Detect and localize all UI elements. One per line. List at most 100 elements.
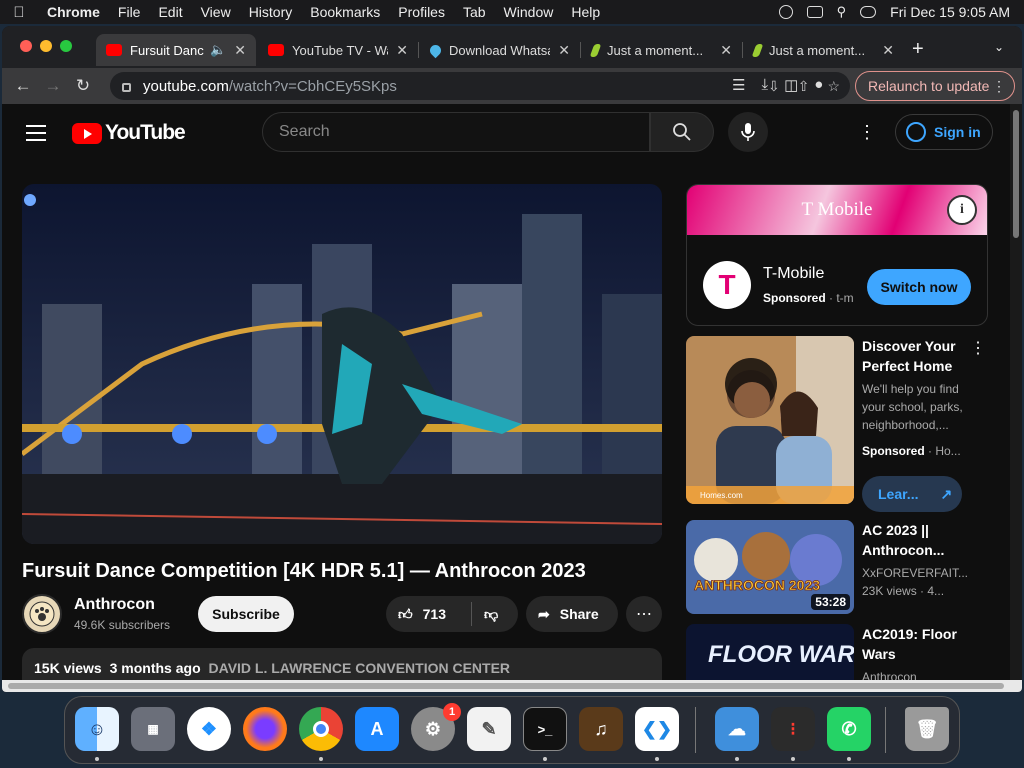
control-center-icon[interactable]: [860, 6, 877, 18]
close-window-button[interactable]: [20, 40, 32, 52]
tmobile-ad-card[interactable]: T Mobile i T T-Mobile Sponsored · t-m Sw…: [686, 184, 988, 326]
lock-icon[interactable]: [122, 82, 131, 92]
menubar-clock[interactable]: Fri Dec 15 9:05 AM: [890, 4, 1010, 20]
rec-menu-icon[interactable]: ⋮: [970, 338, 986, 358]
hamburger-menu-icon[interactable]: [26, 125, 46, 146]
channel-avatar[interactable]: [22, 594, 62, 634]
speaker-icon[interactable]: 🔈: [210, 42, 226, 58]
menu-tab[interactable]: Tab: [454, 4, 495, 20]
rec-thumbnail[interactable]: ANTHROCON 2023 53:28: [686, 520, 854, 614]
relaunch-to-update-button[interactable]: Relaunch to update ⋮: [855, 71, 1015, 101]
tab-search-chevron-icon[interactable]: ⌄: [994, 40, 1004, 54]
share-button[interactable]: ➦ Share: [526, 596, 618, 632]
menu-bookmarks[interactable]: Bookmarks: [301, 4, 389, 20]
menu-history[interactable]: History: [240, 4, 302, 20]
zoom-window-button[interactable]: [60, 40, 72, 52]
dislike-button[interactable]: 👎︎: [472, 606, 498, 623]
back-button[interactable]: ←: [8, 76, 38, 96]
menu-file[interactable]: File: [109, 4, 150, 20]
tab-just-a-moment-1[interactable]: Just a moment... ✕: [582, 34, 742, 66]
downloads-icon[interactable]: ⤓: [761, 76, 768, 94]
horizontal-scrollbar[interactable]: [2, 680, 1022, 692]
firefox-icon[interactable]: [243, 707, 287, 751]
search-input[interactable]: Search: [262, 112, 650, 152]
menu-help[interactable]: Help: [562, 4, 609, 20]
screen-mirror-icon[interactable]: [806, 6, 823, 18]
reload-button[interactable]: ↻: [68, 76, 98, 96]
terminal-icon[interactable]: >_: [523, 707, 567, 751]
search-button[interactable]: [650, 112, 714, 152]
dock-separator: [885, 707, 886, 753]
finder-icon[interactable]: ☺: [75, 707, 119, 751]
minimize-window-button[interactable]: [40, 40, 52, 52]
like-button[interactable]: 👍︎ 713: [386, 602, 472, 626]
video-player[interactable]: [22, 184, 662, 544]
rec-title[interactable]: AC 2023 || Anthrocon...: [862, 520, 968, 560]
switch-now-button[interactable]: Switch now: [867, 269, 971, 305]
new-tab-button[interactable]: +: [912, 38, 924, 61]
subscribe-button[interactable]: Subscribe: [198, 596, 294, 632]
safari-icon[interactable]: ❖: [187, 707, 231, 751]
spotlight-search-icon[interactable]: ⚲: [837, 4, 847, 20]
sign-in-button[interactable]: Sign in: [895, 114, 993, 150]
menu-view[interactable]: View: [192, 4, 240, 20]
tab-youtube-tv[interactable]: YouTube TV - Wa ✕: [258, 34, 418, 66]
garageband-icon[interactable]: ♫: [579, 707, 623, 751]
rec-ac2023[interactable]: ANTHROCON 2023 53:28 AC 2023 || Anthroco…: [686, 520, 988, 616]
rec-thumbnail[interactable]: Homes.com: [686, 336, 854, 504]
close-tab-icon[interactable]: ✕: [720, 42, 732, 59]
vertical-scroll-thumb[interactable]: [1013, 110, 1019, 238]
menu-profiles[interactable]: Profiles: [389, 4, 454, 20]
ad-banner[interactable]: T Mobile i: [687, 185, 987, 235]
rec-channel[interactable]: XxFOREVERFAIT...: [862, 564, 968, 582]
running-indicator: [655, 757, 659, 761]
info-icon[interactable]: i: [947, 195, 977, 225]
menu-edit[interactable]: Edit: [149, 4, 191, 20]
close-tab-icon[interactable]: ✕: [558, 42, 570, 59]
account-icon: [906, 122, 926, 142]
rec-title[interactable]: Discover Your Perfect Home: [862, 336, 968, 376]
textedit-icon[interactable]: ✎: [467, 707, 511, 751]
close-tab-icon[interactable]: ✕: [234, 42, 246, 59]
more-actions-button[interactable]: ⋯: [626, 596, 662, 632]
tab-download-whatsapp[interactable]: Download Whatsa ✕: [420, 34, 580, 66]
url-host: youtube.com: [143, 77, 229, 95]
profile-icon[interactable]: ●: [814, 76, 823, 94]
rec-title[interactable]: AC2019: Floor Wars: [862, 624, 968, 664]
settings-menu-icon[interactable]: ⋮: [858, 122, 876, 143]
view-count: 15K views: [34, 660, 102, 676]
vertical-scrollbar[interactable]: [1010, 104, 1022, 692]
voice-memos-icon[interactable]: ⁝: [771, 707, 815, 751]
tab-fursuit-dance[interactable]: Fursuit Dance 🔈 ✕: [96, 34, 256, 66]
learn-more-button[interactable]: Lear... ↗: [862, 476, 962, 512]
close-tab-icon[interactable]: ✕: [882, 42, 894, 59]
chrome-icon[interactable]: [299, 707, 343, 751]
channel-name[interactable]: Anthrocon: [74, 596, 155, 614]
media-controls-icon[interactable]: ☰: [732, 76, 745, 94]
trash-icon[interactable]: 🗑︎: [905, 707, 949, 751]
menu-app-name[interactable]: Chrome: [38, 4, 109, 20]
tab-just-a-moment-2[interactable]: Just a moment... ✕: [744, 34, 904, 66]
external-link-icon: ↗: [940, 485, 953, 502]
forward-button[interactable]: →: [38, 76, 68, 96]
youtube-logo[interactable]: YouTube: [72, 121, 186, 145]
launchpad-icon[interactable]: ▦: [131, 707, 175, 751]
horizontal-scroll-thumb[interactable]: [8, 683, 1004, 689]
close-tab-icon[interactable]: ✕: [396, 42, 408, 59]
chrome-menu-icon[interactable]: ⋮: [992, 78, 1006, 95]
whatsapp-icon[interactable]: ✆: [827, 707, 871, 751]
side-panel-icon[interactable]: ◫: [784, 76, 798, 94]
svg-text:FLOOR WARS: FLOOR WARS: [708, 641, 854, 668]
vscode-icon[interactable]: ❮❯: [635, 707, 679, 751]
play-status-icon[interactable]: [778, 5, 793, 19]
video-location[interactable]: DAVID L. LAWRENCE CONVENTION CENTER: [209, 660, 511, 676]
video-frame[interactable]: [22, 184, 662, 544]
apple-menu-icon[interactable]: : [0, 4, 38, 21]
system-settings-icon[interactable]: ⚙ 1: [411, 703, 461, 751]
bookmark-star-icon[interactable]: ☆: [827, 78, 840, 95]
voice-search-button[interactable]: [728, 112, 768, 152]
menu-window[interactable]: Window: [495, 4, 563, 20]
app-store-icon[interactable]: A: [355, 707, 399, 751]
weather-icon[interactable]: ☁: [715, 707, 759, 751]
sponsored-rec-homes[interactable]: Homes.com Discover Your Perfect Home ⋮ W…: [686, 336, 988, 514]
